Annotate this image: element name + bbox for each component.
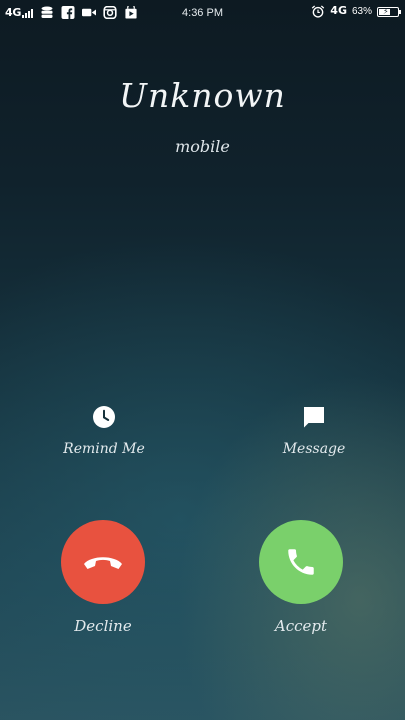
message-label: Message <box>282 441 346 457</box>
accept-call: Accept <box>231 520 371 635</box>
decline-label: Decline <box>74 617 132 635</box>
decline-button[interactable] <box>61 520 145 604</box>
accept-button[interactable] <box>259 520 343 604</box>
battery-percent: 63% <box>351 6 372 17</box>
hang-up-icon <box>84 557 122 569</box>
accept-label: Accept <box>274 617 328 635</box>
battery-icon: ⚡ <box>377 6 401 17</box>
message-icon <box>304 407 324 428</box>
message-button[interactable]: Message <box>254 405 374 457</box>
remind-me-label: Remind Me <box>63 441 145 457</box>
decline-call: Decline <box>33 520 173 635</box>
caller-name: Unknown <box>119 76 286 115</box>
status-bar-right: 4G 63% ⚡ <box>311 3 401 18</box>
caller-number-type: mobile <box>175 137 230 156</box>
network-type-right: 4G <box>330 3 347 17</box>
alarm-icon <box>312 5 325 18</box>
phone-icon <box>288 549 314 575</box>
clock-icon <box>93 406 115 428</box>
remind-me-button[interactable]: Remind Me <box>44 405 164 457</box>
status-bar: 4G 4:36 PM 4G 63% ⚡ <box>0 0 405 30</box>
charging-icon: ⚡ <box>383 6 389 16</box>
